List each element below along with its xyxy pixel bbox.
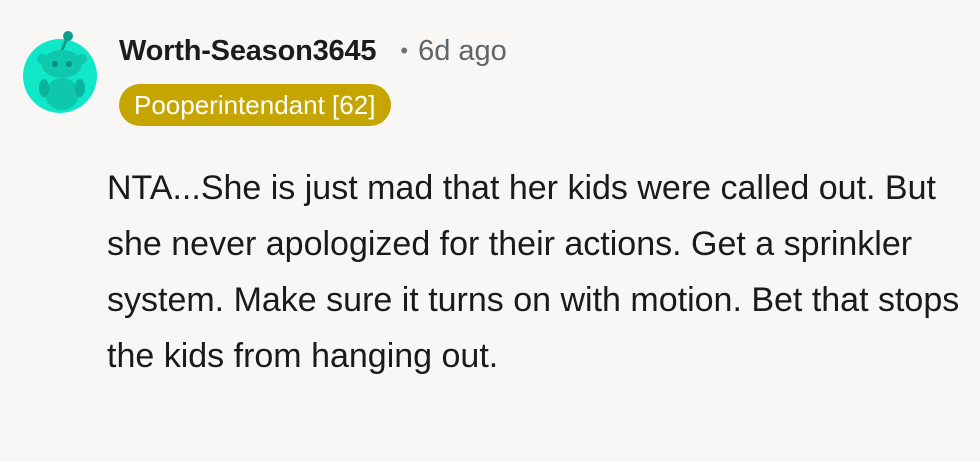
avatar[interactable] <box>22 22 98 114</box>
timestamp-link[interactable]: 6d ago <box>418 35 507 68</box>
comment-meta-row: Worth-Season3645 • 6d ago <box>119 29 507 73</box>
comment-body: NTA...She is just mad that her kids were… <box>107 169 960 375</box>
user-flair: Pooperintendant [62] <box>119 84 392 126</box>
username-link[interactable]: Worth-Season3645 <box>119 35 377 68</box>
reddit-snoo-avatar-icon <box>23 31 97 113</box>
meta-separator: • <box>400 38 409 63</box>
